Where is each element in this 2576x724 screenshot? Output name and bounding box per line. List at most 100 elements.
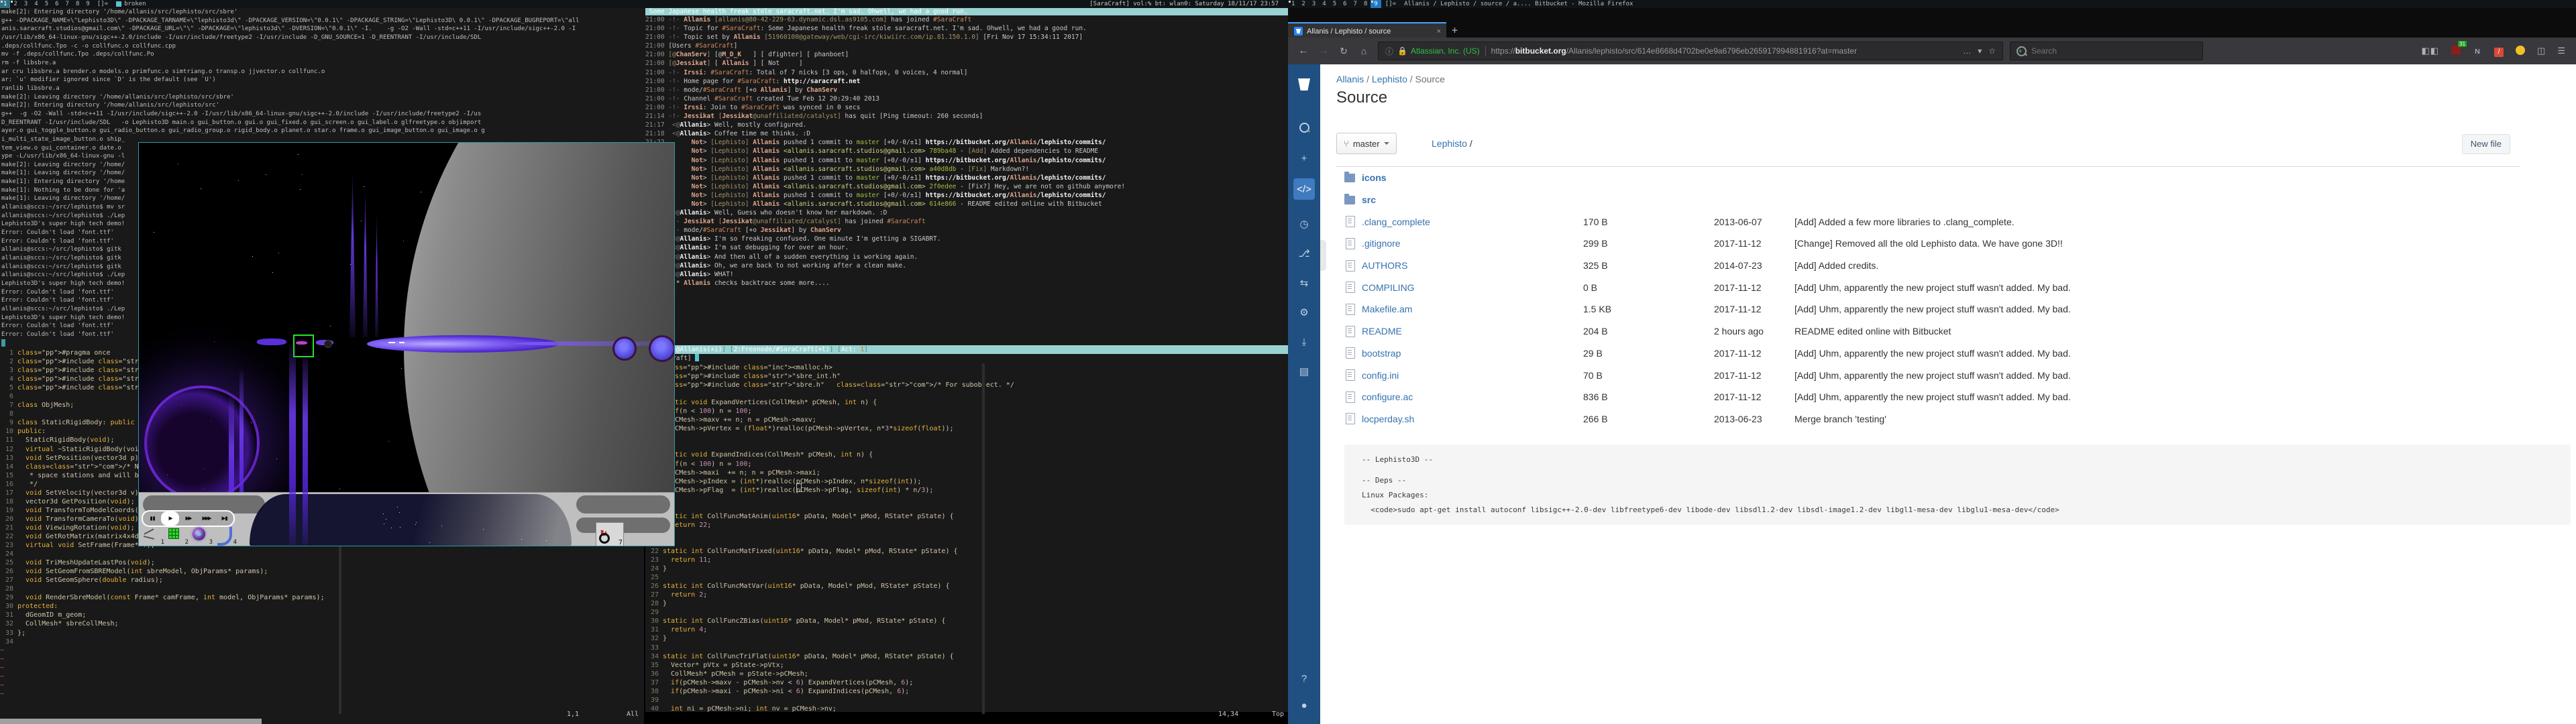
bookmark-star-icon[interactable]: ☆ (1988, 46, 1996, 56)
sidebar-commits-icon[interactable]: ◷ (1293, 213, 1315, 235)
dwm-tag-6[interactable]: 6 (1340, 0, 1350, 8)
new-file-button[interactable]: New file (2462, 134, 2510, 154)
dwm-tag-9[interactable]: 9 (83, 0, 93, 8)
hud-tool-button-3[interactable]: 3 (190, 526, 212, 544)
time-control-button[interactable]: ▶ (161, 511, 179, 526)
file-commit-message[interactable]: Merge branch 'testing' (1794, 414, 2520, 424)
dwm-tag-8[interactable]: 8 (1360, 0, 1371, 8)
dwm-tag-3[interactable]: 3 (1309, 0, 1319, 8)
file-commit-message[interactable]: [Add] Uhm, apparently the new project st… (1794, 370, 2520, 381)
sidebar-help-icon[interactable]: ? (1293, 668, 1315, 689)
file-name-link[interactable]: configure.ac (1362, 391, 1583, 402)
dwm-tag-8[interactable]: 8 (72, 0, 83, 8)
table-row[interactable]: AUTHORS 325 B 2014-07-23 [Add] Added cre… (1336, 255, 2520, 277)
sidebar-create-icon[interactable]: + (1293, 147, 1315, 169)
table-row[interactable]: README 204 B 2 hours ago README edited o… (1336, 320, 2520, 343)
vim-collision-source[interactable]: 1class="pp">#include class="inc"><malloc… (645, 363, 1288, 712)
time-control-button[interactable]: ▶▶▶ (197, 511, 215, 526)
dwm-tag-5[interactable]: 5 (42, 0, 52, 8)
file-commit-message[interactable]: [Change] Removed all the old Lephisto da… (1794, 238, 2520, 249)
url-text[interactable]: https://bitbucket.org/Allanis/lephisto/s… (1491, 46, 1857, 56)
forward-button[interactable]: → (1313, 45, 1334, 57)
file-name-link[interactable]: locperday.sh (1362, 414, 1583, 424)
table-row[interactable]: configure.ac 836 B 2017-11-12 [Add] Uhm,… (1336, 386, 2520, 408)
page-info-icon[interactable]: ⓘ (1385, 46, 1393, 57)
breadcrumb-repo[interactable]: Lephisto (1372, 74, 1407, 84)
reload-button[interactable]: ↻ (1334, 46, 1354, 57)
tab-close-icon[interactable]: × (1432, 27, 1446, 36)
file-name-link[interactable]: COMPILING (1362, 282, 1583, 293)
file-commit-message[interactable]: README edited online with Bitbucket (1794, 326, 2520, 337)
hud-tool-button-1[interactable]: 1 (142, 526, 164, 544)
back-button[interactable]: ← (1293, 45, 1313, 57)
time-control-button[interactable]: ▶▶ (179, 511, 197, 526)
time-control-button[interactable]: ▶▮ (215, 511, 233, 526)
firefox-active-tab[interactable]: Allanis / Lephisto / source × (1288, 22, 1446, 39)
dwm-tag-7[interactable]: 7 (62, 0, 72, 8)
hud-tool-button-2[interactable]: 2 (166, 526, 188, 544)
file-name-link[interactable]: README (1362, 326, 1583, 337)
table-row[interactable]: locperday.sh 266 B 2013-06-23 Merge bran… (1336, 408, 2520, 430)
lightbulb-icon[interactable] (2516, 46, 2525, 57)
table-row[interactable]: icons (1336, 167, 2520, 189)
sidebar-branches-icon[interactable]: ⎇ (1293, 243, 1315, 264)
table-row[interactable]: src (1336, 189, 2520, 211)
library-icon[interactable]: ◧◧ (2421, 46, 2439, 56)
table-row[interactable]: .clang_complete 170 B 2013-06-07 [Add] A… (1336, 210, 2520, 233)
url-bar[interactable]: ⓘ 🔒 Atlassian, Inc. (US) https://bitbuck… (1378, 42, 2003, 60)
file-commit-message[interactable]: [Add] Added a few more libraries to .cla… (1794, 217, 2520, 227)
noscript-icon[interactable]: N (2473, 46, 2482, 57)
sidebar-pull-requests-icon[interactable]: ⇆ (1293, 272, 1315, 294)
sidebar-profile-avatar[interactable]: ● (1293, 695, 1315, 716)
game-window-lephisto3d[interactable]: ▮▮▶▶▶▶▶▶▶▮ 1234 ↻ 7 (138, 142, 675, 546)
file-commit-message[interactable]: [Add] Uhm, apparently the new project st… (1794, 282, 2520, 293)
file-name-link[interactable]: Makefile.am (1362, 304, 1583, 314)
file-name-link[interactable]: src (1362, 194, 1583, 205)
dwm-tag-9[interactable]: 9 (1371, 0, 1381, 8)
dwm-tag-2[interactable]: 2 (10, 0, 20, 8)
irc-chat-window[interactable]: 21:00 -!- Allanis [allanis@80-42-229-63.… (645, 15, 1288, 345)
dwm-tag-7[interactable]: 7 (1350, 0, 1360, 8)
file-commit-message[interactable]: [Add] Uhm, apparently the new project st… (1794, 304, 2520, 314)
new-tab-button[interactable]: + (1452, 24, 1458, 36)
dwm-tag-2[interactable]: 2 (1298, 0, 1308, 8)
menu-icon[interactable]: ☰ (2557, 46, 2565, 56)
time-control-button[interactable]: ▮▮ (143, 511, 161, 526)
home-button[interactable]: ⌂ (1354, 46, 1374, 56)
dwm-tags-left[interactable]: 123456789 (0, 0, 93, 8)
table-row[interactable]: config.ini 70 B 2017-11-12 [Add] Uhm, ap… (1336, 364, 2520, 386)
breadcrumb-owner[interactable]: Allanis (1336, 74, 1364, 84)
file-commit-message[interactable]: [Add] Added credits. (1794, 260, 2520, 271)
sidebars-icon[interactable]: ◫ (2537, 46, 2545, 56)
file-commit-message[interactable]: [Add] Uhm, apparently the new project st… (1794, 391, 2520, 402)
table-row[interactable]: .gitignore 299 B 2017-11-12 [Change] Rem… (1336, 233, 2520, 255)
file-name-link[interactable]: config.ini (1362, 370, 1583, 381)
extension-red-icon[interactable]: / (2494, 46, 2504, 57)
table-row[interactable]: COMPILING 0 B 2017-11-12 [Add] Uhm, appa… (1336, 276, 2520, 298)
hud-tool-button-7[interactable]: ↻ 7 (596, 522, 624, 546)
irc-input-line[interactable]: [#SaraCraft] (645, 354, 1288, 363)
dwm-tag-1[interactable]: 1 (0, 0, 10, 8)
dwm-layout-left[interactable]: []= (93, 0, 112, 8)
sidebar-boards-icon[interactable]: ▤ (1293, 361, 1315, 382)
file-name-link[interactable]: .clang_complete (1362, 217, 1583, 227)
branch-selector-button[interactable]: ⑂ master (1336, 133, 1397, 154)
dwm-tag-6[interactable]: 6 (52, 0, 62, 8)
sidebar-downloads-icon[interactable]: ⤓ (1293, 331, 1315, 353)
table-row[interactable]: bootstrap 29 B 2017-11-12 [Add] Uhm, app… (1336, 343, 2520, 365)
file-name-link[interactable]: icons (1362, 172, 1583, 183)
dwm-layout-right[interactable]: []= (1381, 0, 1400, 8)
table-row[interactable]: Makefile.am 1.5 KB 2017-11-12 [Add] Uhm,… (1336, 298, 2520, 320)
sidebar-handle[interactable] (1320, 240, 1326, 271)
sidebar-search-icon[interactable] (1293, 117, 1315, 138)
dwm-tags-right[interactable]: 123456789 (1288, 0, 1381, 8)
dwm-tag-1[interactable]: 1 (1288, 0, 1298, 8)
dwm-tag-3[interactable]: 3 (21, 0, 31, 8)
dwm-tag-4[interactable]: 4 (1319, 0, 1329, 8)
sidebar-pipelines-icon[interactable]: ⚙ (1293, 302, 1315, 323)
sidebar-source-icon[interactable]: </> (1293, 178, 1315, 200)
page-actions-icon[interactable]: … (1963, 46, 1971, 56)
shield-icon[interactable]: ▾ (1978, 46, 1982, 56)
hud-tool-button-4[interactable]: 4 (214, 526, 236, 544)
file-name-link[interactable]: AUTHORS (1362, 260, 1583, 271)
